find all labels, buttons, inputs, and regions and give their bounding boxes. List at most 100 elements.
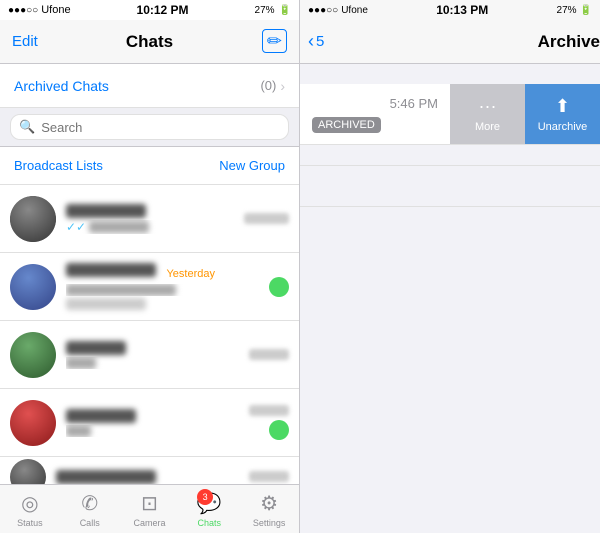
chat-time-1 [244, 213, 289, 224]
search-input[interactable] [41, 120, 280, 135]
chat-item-4[interactable] [0, 389, 299, 457]
tab-calls-label: Calls [80, 518, 100, 528]
tab-settings[interactable]: ⚙ Settings [239, 485, 299, 533]
avatar-3 [10, 332, 56, 378]
archived-label: Archived Chats [14, 78, 109, 94]
right-battery-icon: 🔋 [580, 5, 592, 16]
more-label: More [475, 121, 500, 133]
preview-text-4 [66, 425, 91, 437]
compose-icon: ✏ [262, 29, 287, 53]
calls-icon: ✆ [81, 491, 98, 516]
chat-content-4 [66, 409, 239, 437]
tab-calls[interactable]: ✆ Calls [60, 485, 120, 533]
swipe-actions-area: 5:46 PM ARCHIVED ··· More ⬆ Unarchive [300, 64, 600, 299]
chat-meta-3 [249, 349, 289, 360]
status-icon: ◎ [21, 491, 38, 516]
chat-content-1: ✓✓ [66, 204, 234, 234]
archived-badge: ARCHIVED [312, 115, 438, 133]
archived-chevron: › [280, 78, 285, 94]
double-tick-1: ✓✓ [66, 220, 86, 234]
unread-badge-4 [269, 420, 289, 440]
archived-badge-text: ARCHIVED [312, 117, 381, 133]
swipe-time: 5:46 PM [312, 96, 438, 111]
chat-content-3 [66, 341, 239, 369]
right-empty-area [300, 299, 600, 533]
separator-3 [300, 206, 600, 207]
swipe-row: 5:46 PM ARCHIVED ··· More ⬆ Unarchive [300, 84, 600, 144]
left-panel: ●●●○○ Ufone 10:12 PM 27% 🔋 Edit Chats ✏ … [0, 0, 300, 533]
chat-item-1[interactable]: ✓✓ [0, 185, 299, 253]
avatar-1 [10, 196, 56, 242]
preview-text-1 [89, 221, 149, 233]
unarchive-label: Unarchive [538, 121, 588, 133]
right-panel: ●●●○○ Ufone 10:13 PM 27% 🔋 ‹ 5 Archived … [300, 0, 600, 533]
right-status-bar: ●●●○○ Ufone 10:13 PM 27% 🔋 [300, 0, 600, 20]
search-input-wrap[interactable]: 🔍 [10, 114, 289, 140]
back-chevron-icon: ‹ [308, 31, 314, 52]
preview-text-2b [66, 298, 146, 310]
chat-item-3[interactable] [0, 321, 299, 389]
edit-button[interactable]: Edit [12, 33, 38, 50]
archived-count-value: (0) [260, 78, 276, 93]
left-status-bar-left: ●●●○○ Ufone [8, 4, 71, 16]
broadcast-row: Broadcast Lists New Group [0, 147, 299, 185]
tab-settings-label: Settings [253, 518, 286, 528]
chat-name-1 [66, 204, 146, 218]
chat-meta-5 [249, 471, 289, 482]
right-nav-bar: ‹ 5 Archived Chats [300, 20, 600, 64]
chat-item-2[interactable]: Yesterday [0, 253, 299, 321]
battery-percent: 27% [255, 5, 275, 16]
back-button[interactable]: ‹ 5 [308, 31, 324, 52]
unarchive-icon: ⬆ [555, 96, 570, 117]
battery-icon: 🔋 [279, 5, 291, 16]
tab-camera-label: Camera [133, 518, 165, 528]
unarchive-button[interactable]: ⬆ Unarchive [525, 84, 600, 144]
swipe-action-buttons: ··· More ⬆ Unarchive [450, 84, 600, 144]
separator-1 [300, 144, 600, 145]
chat-name-3 [66, 341, 126, 355]
chat-list: ✓✓ Yesterday [0, 185, 299, 484]
left-nav-bar: Edit Chats ✏ [0, 20, 299, 64]
chat-meta-2 [269, 277, 289, 297]
right-time: 10:13 PM [436, 3, 488, 17]
more-button[interactable]: ··· More [450, 84, 525, 144]
chat-content-2: Yesterday [66, 263, 259, 310]
broadcast-lists-button[interactable]: Broadcast Lists [14, 158, 103, 173]
archived-chats-row[interactable]: Archived Chats (0) › [0, 64, 299, 108]
chat-preview-4 [66, 425, 239, 437]
chat-item-5[interactable] [0, 457, 299, 484]
archived-count: (0) › [260, 78, 285, 94]
tab-status[interactable]: ◎ Status [0, 485, 60, 533]
right-signal: ●●●○○ [308, 5, 338, 16]
chat-preview-1: ✓✓ [66, 220, 234, 234]
chat-name-2 [66, 263, 156, 277]
back-label: 5 [316, 33, 324, 50]
carrier-name: Ufone [41, 4, 70, 16]
left-status-bar-right: 27% 🔋 [255, 5, 291, 16]
chat-preview-3 [66, 357, 239, 369]
swipe-content: 5:46 PM ARCHIVED [300, 84, 450, 144]
yesterday-badge: Yesterday [166, 268, 215, 280]
tab-camera[interactable]: ⊡ Camera [120, 485, 180, 533]
nav-title: Chats [126, 32, 173, 52]
settings-icon: ⚙ [260, 491, 278, 516]
chat-name-4 [66, 409, 136, 423]
more-dots-icon: ··· [479, 96, 497, 117]
chat-time-5 [249, 471, 289, 482]
preview-text-2 [66, 284, 176, 296]
right-battery-pct: 27% [557, 5, 577, 16]
left-time: 10:12 PM [137, 3, 189, 17]
tab-bar: ◎ Status ✆ Calls ⊡ Camera 💬 Chats 3 ⚙ Se… [0, 484, 299, 533]
tab-status-label: Status [17, 518, 43, 528]
left-status-bar: ●●●○○ Ufone 10:12 PM 27% 🔋 [0, 0, 299, 20]
preview-text-3 [66, 357, 96, 369]
new-group-button[interactable]: New Group [219, 158, 285, 173]
tab-chats[interactable]: 💬 Chats 3 [179, 485, 239, 533]
avatar-5 [10, 459, 46, 485]
signal-dots: ●●●○○ [8, 5, 38, 16]
tab-chats-label: Chats [198, 518, 222, 528]
unread-badge-2 [269, 277, 289, 297]
chat-preview-2 [66, 284, 259, 296]
chat-content-5 [56, 470, 239, 484]
compose-button[interactable]: ✏ [262, 31, 287, 52]
